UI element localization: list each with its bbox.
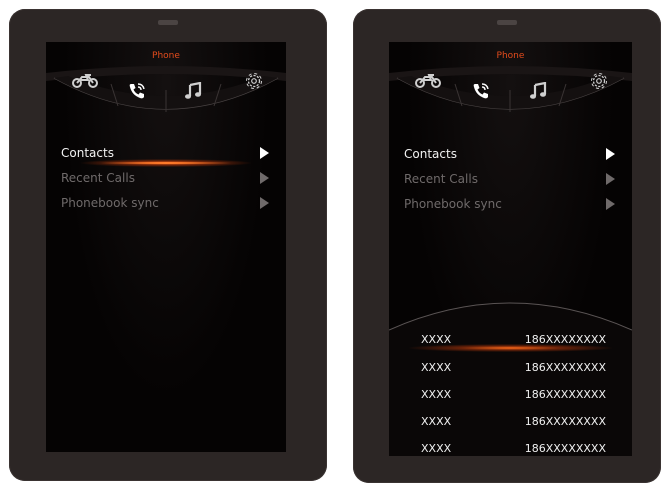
motorcycle-icon [72,74,98,88]
contacts-list-panel: XXXX 186XXXXXXXX XXXX 186XXXXXXXX XXXX 1… [389,298,632,456]
chevron-right-icon [606,197,615,210]
tab-music[interactable] [525,80,551,102]
screen-title: Phone [152,51,180,61]
contact-row[interactable]: XXXX 186XXXXXXXX [389,381,632,407]
contact-name: XXXX [421,414,452,428]
selection-glow [409,344,612,352]
menu-item-label: Contacts [404,146,457,161]
phone-icon [473,83,489,99]
screen-title: Phone [496,51,525,61]
music-icon [530,82,547,99]
gear-icon [591,73,607,89]
right-screen: Phone Contacts Recent Calls Phonebook sy… [389,42,632,456]
tab-settings[interactable] [587,70,611,92]
contact-name: XXXX [421,441,452,455]
menu-item-label: Phonebook sync [61,195,159,210]
contact-row[interactable]: XXXX 186XXXXXXXX [389,354,632,380]
chevron-right-icon [260,146,269,159]
contact-name: XXXX [421,360,452,374]
camera-notch [497,20,517,25]
camera-notch [158,20,178,25]
contact-name: XXXX [421,387,452,401]
phone-icon [129,83,145,99]
left-device-frame: Phone Contacts Recent Calls Phonebook sy… [9,9,327,481]
tab-music[interactable] [180,80,206,102]
menu-item-label: Recent Calls [61,170,135,185]
menu-item-phonebook-sync[interactable]: Phonebook sync [404,191,617,216]
tab-settings[interactable] [242,70,266,92]
phone-menu: Contacts Recent Calls Phonebook sync [61,140,271,215]
menu-item-recent-calls[interactable]: Recent Calls [61,165,271,190]
menu-item-contacts[interactable]: Contacts [61,140,271,167]
tab-motorcycle[interactable] [70,72,100,90]
music-icon [185,82,202,99]
contact-number: 186XXXXXXXX [524,360,606,374]
menu-item-phonebook-sync[interactable]: Phonebook sync [61,190,271,215]
left-screen: Phone Contacts Recent Calls Phonebook sy… [46,42,286,452]
selection-underline [101,162,231,164]
chevron-right-icon [260,171,269,184]
contact-number: 186XXXXXXXX [524,414,606,428]
chevron-right-icon [260,196,269,209]
tab-motorcycle[interactable] [413,72,443,90]
contact-row[interactable]: XXXX 186XXXXXXXX [389,408,632,434]
chevron-right-icon [606,172,615,185]
menu-item-contacts[interactable]: Contacts [404,141,617,166]
motorcycle-icon [415,74,441,88]
gear-icon [246,73,262,89]
right-device-frame: Phone Contacts Recent Calls Phonebook sy… [353,9,661,483]
menu-item-recent-calls[interactable]: Recent Calls [404,166,617,191]
menu-item-label: Phonebook sync [404,196,502,211]
chevron-right-icon [606,147,615,160]
tab-phone[interactable] [124,80,150,102]
contact-row[interactable]: XXXX 186XXXXXXXX [389,326,632,352]
phone-menu: Contacts Recent Calls Phonebook sync [404,141,617,216]
menu-item-label: Recent Calls [404,171,478,186]
menu-item-label: Contacts [61,145,114,160]
contact-number: 186XXXXXXXX [524,387,606,401]
contact-row[interactable]: XXXX 186XXXXXXXX [389,435,632,456]
tab-phone[interactable] [468,80,494,102]
contact-number: 186XXXXXXXX [524,441,606,455]
